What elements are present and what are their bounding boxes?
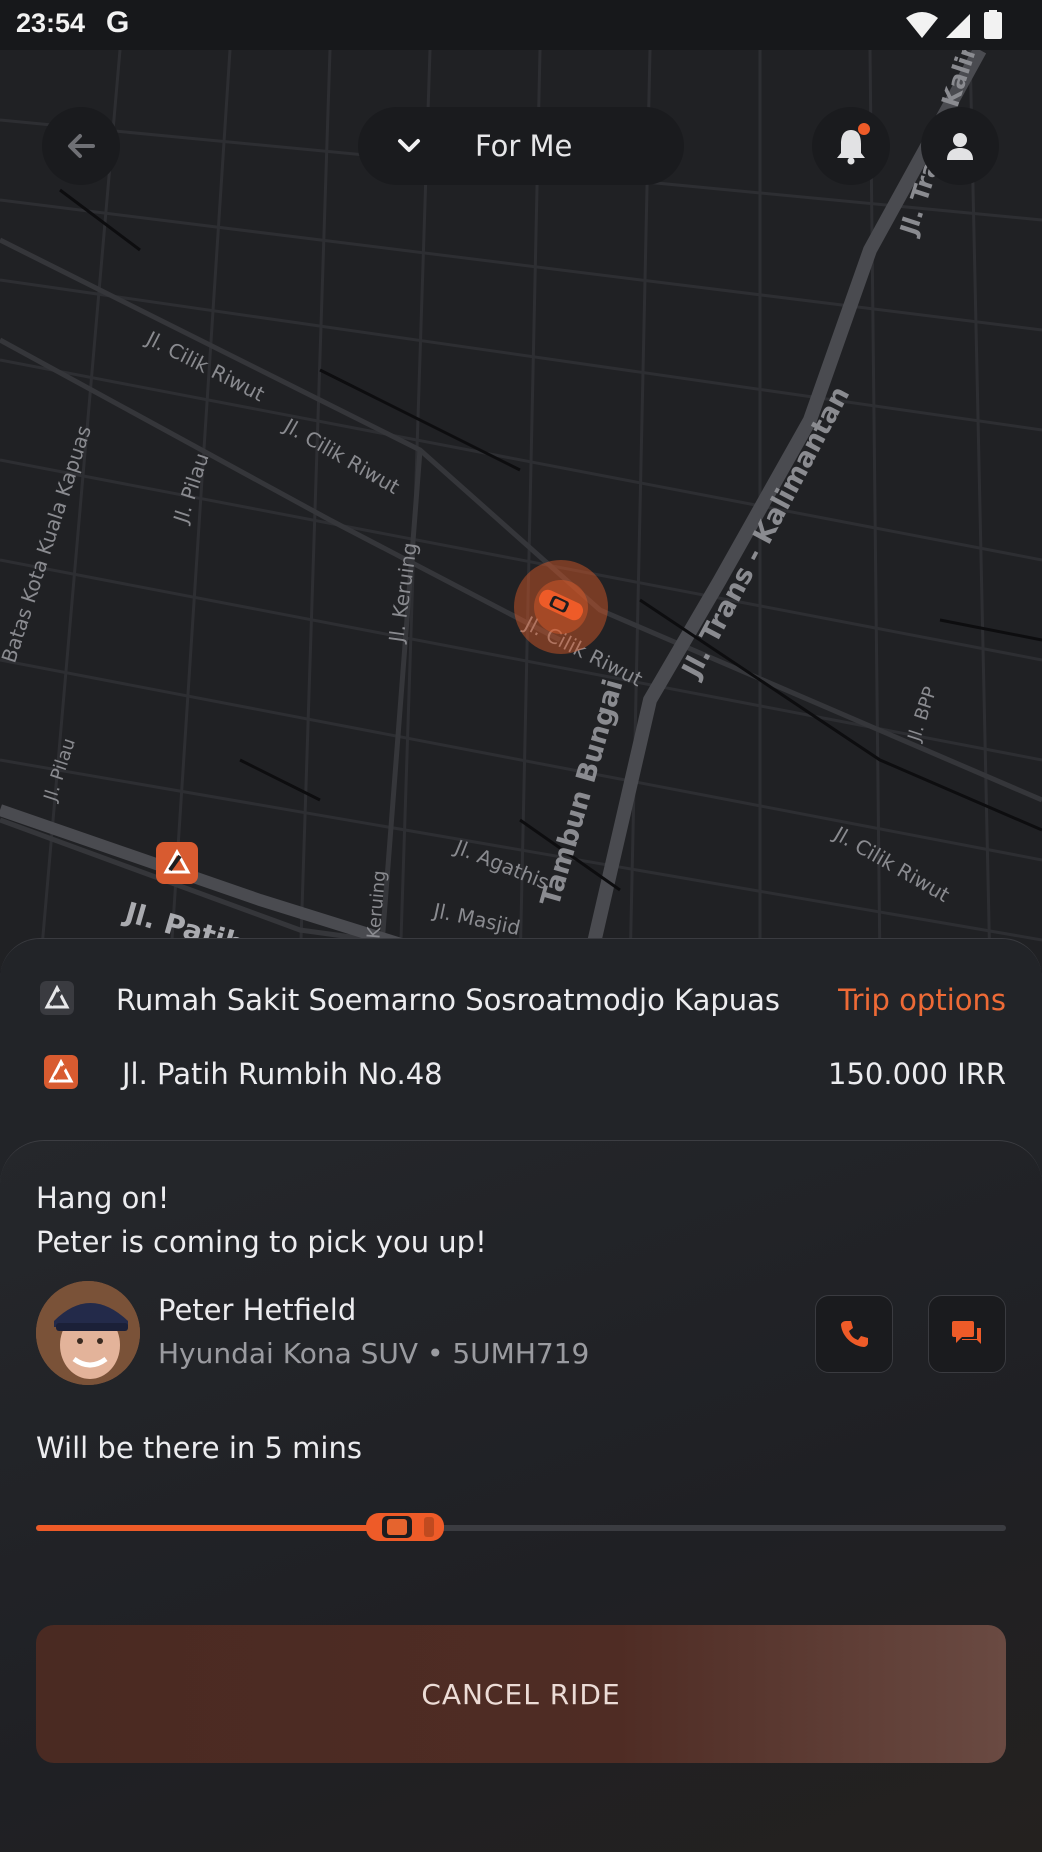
back-arrow-icon xyxy=(68,134,95,158)
pickup-address: Rumah Sakit Soemarno Sosroatmodjo Kapuas xyxy=(116,983,781,1017)
call-driver-button[interactable] xyxy=(815,1295,893,1373)
profile-button[interactable] xyxy=(921,107,999,185)
driver-name: Peter Hetfield xyxy=(158,1293,357,1327)
chat-icon xyxy=(952,1321,981,1344)
google-icon: G xyxy=(106,6,130,39)
trip-options-link[interactable]: Trip options xyxy=(838,983,1006,1017)
signal-icon xyxy=(946,14,970,38)
driver-photo xyxy=(36,1281,140,1385)
driver-avatar xyxy=(36,1281,140,1385)
eta-text: Will be there in 5 mins xyxy=(36,1431,362,1465)
chevron-down-icon xyxy=(398,139,420,152)
notification-badge xyxy=(858,123,870,135)
cancel-ride-button[interactable]: CANCEL RIDE xyxy=(36,1625,1006,1763)
map-view[interactable]: Jl. Cilik Riwut Jl. Cilik Riwut Jl. Pila… xyxy=(0,50,1042,970)
status-message-subtitle: Peter is coming to pick you up! xyxy=(36,1225,487,1259)
pickup-row: Rumah Sakit Soemarno Sosroatmodjo Kapuas… xyxy=(0,975,1042,1025)
trip-progress-fill xyxy=(36,1525,405,1531)
map-roads xyxy=(0,50,1042,970)
trip-price: 150.000 IRR xyxy=(828,1057,1006,1091)
wifi-icon xyxy=(906,12,938,38)
vehicle-info: Hyundai Kona SUV • 5UMH719 xyxy=(158,1337,590,1370)
message-driver-button[interactable] xyxy=(928,1295,1006,1373)
dropoff-row: Jl. Patih Rumbih No.48 150.000 IRR xyxy=(0,1049,1042,1099)
pickup-icon xyxy=(40,981,74,1015)
dropoff-icon xyxy=(44,1055,78,1089)
dropoff-address: Jl. Patih Rumbih No.48 xyxy=(122,1057,443,1091)
driver-panel: Hang on! Peter is coming to pick you up!… xyxy=(0,1140,1042,1852)
driver-location-marker xyxy=(514,560,608,654)
status-icons xyxy=(906,10,1002,39)
user-icon xyxy=(947,133,973,160)
route-pin-icon xyxy=(163,848,191,874)
battery-icon xyxy=(984,10,1002,39)
phone-icon xyxy=(841,1321,868,1347)
cancel-ride-label: CANCEL RIDE xyxy=(421,1677,621,1711)
passenger-selector[interactable]: For Me xyxy=(358,107,684,185)
status-bar: 23:54 G xyxy=(0,0,1042,50)
status-time: 23:54 xyxy=(16,8,86,38)
notifications-button[interactable] xyxy=(812,107,890,185)
pickup-pin-marker xyxy=(156,842,198,884)
status-message-title: Hang on! xyxy=(36,1181,170,1215)
passenger-selector-label: For Me xyxy=(475,129,573,163)
progress-car-icon xyxy=(365,1513,444,1541)
trip-progress-bar xyxy=(36,1513,1006,1541)
back-button[interactable] xyxy=(42,107,120,185)
